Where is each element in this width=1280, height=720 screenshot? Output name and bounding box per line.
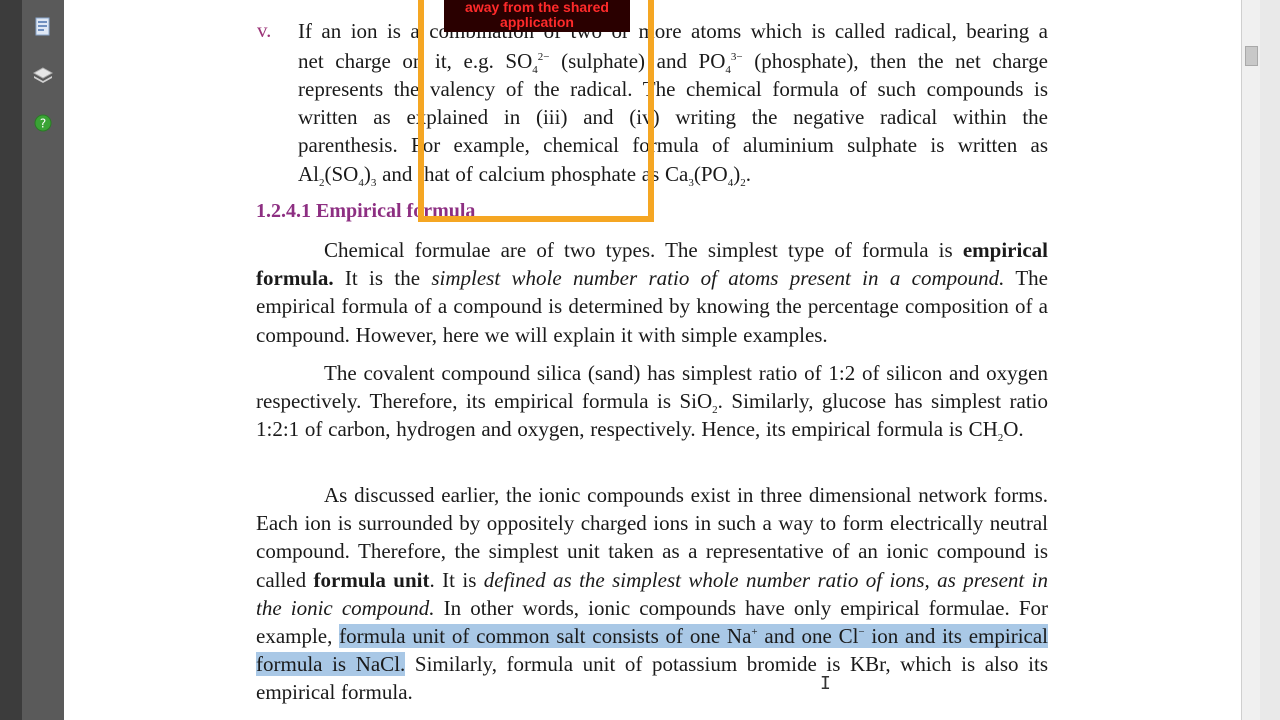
scrollbar-thumb[interactable] [1245, 46, 1258, 66]
list-item-v-line6: Al2(SO4)3 and that of calcium phosphate … [298, 162, 751, 190]
vertical-scrollbar[interactable] [1241, 0, 1260, 720]
list-item-v-line1: If an ion is a combination of two or mor… [298, 19, 1048, 43]
list-item-v-line3: represents the valency of the radical. T… [298, 77, 1048, 101]
list-item-marker: v. [257, 18, 272, 42]
paragraph-formula-unit: As discussed earlier, the ionic compound… [256, 483, 1049, 705]
layers-icon[interactable] [32, 64, 54, 86]
window-left-edge [0, 0, 22, 720]
share-warning-label: away from the shared application [444, 0, 630, 32]
list-item-v-line4: written as explained in (iii) and (iv) w… [298, 105, 1048, 129]
shared-region-frame [418, 0, 654, 222]
svg-text:?: ? [40, 117, 46, 131]
page-thumbnails-icon[interactable] [32, 16, 54, 38]
side-toolbar: ? [22, 0, 64, 720]
paragraph-silica-glucose: The covalent compound silica (sand) has … [256, 361, 1048, 445]
window-right-edge [1260, 0, 1280, 720]
paragraph-empirical-intro: Chemical formulae are of two types. The … [256, 238, 1048, 347]
text-cursor-icon: I [820, 673, 831, 694]
list-item-v-line5: parenthesis. For example, chemical formu… [298, 133, 1048, 157]
help-icon[interactable]: ? [32, 112, 54, 134]
list-item-v-line2: net charge on it, e.g. SO42− (sulphate) … [298, 49, 1048, 77]
